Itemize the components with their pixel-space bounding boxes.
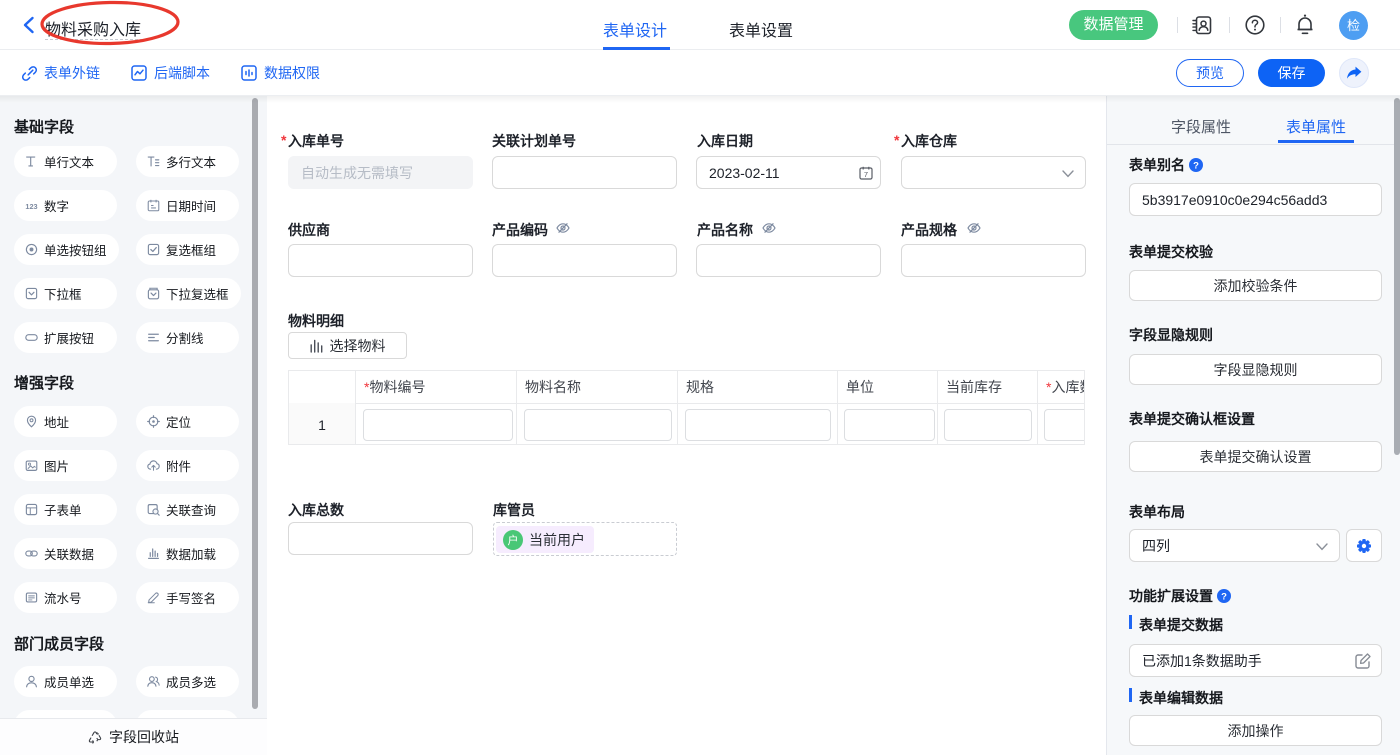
svg-text:?: ? [1221,591,1227,602]
svg-text:123: 123 [25,202,37,211]
svg-text:7: 7 [864,170,868,179]
svg-text:?: ? [1193,160,1199,171]
